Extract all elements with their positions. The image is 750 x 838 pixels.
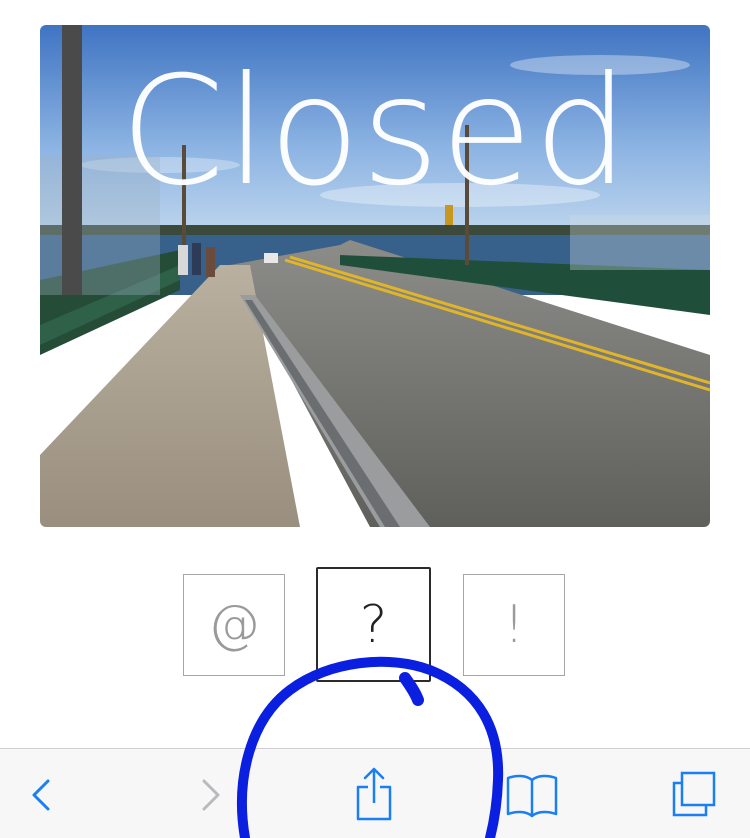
- bookmarks-icon: [506, 774, 558, 818]
- share-icon: [356, 767, 392, 821]
- at-option-button[interactable]: @: [183, 574, 285, 676]
- back-icon: [32, 779, 50, 811]
- browser-toolbar: [0, 748, 750, 838]
- tabs-icon: [672, 771, 716, 817]
- forward-icon: [202, 779, 220, 811]
- forward-button[interactable]: [178, 763, 242, 827]
- share-button[interactable]: [342, 763, 406, 827]
- bridge-photo: Closed: [40, 25, 710, 527]
- page: Closed @ ? !: [0, 0, 750, 838]
- question-option-button[interactable]: ?: [316, 567, 431, 682]
- bookmarks-button[interactable]: [500, 763, 564, 827]
- photo-caption: Closed: [120, 45, 630, 219]
- tabs-button[interactable]: [662, 763, 726, 827]
- exclamation-option-button[interactable]: !: [463, 574, 565, 676]
- back-button[interactable]: [10, 763, 74, 827]
